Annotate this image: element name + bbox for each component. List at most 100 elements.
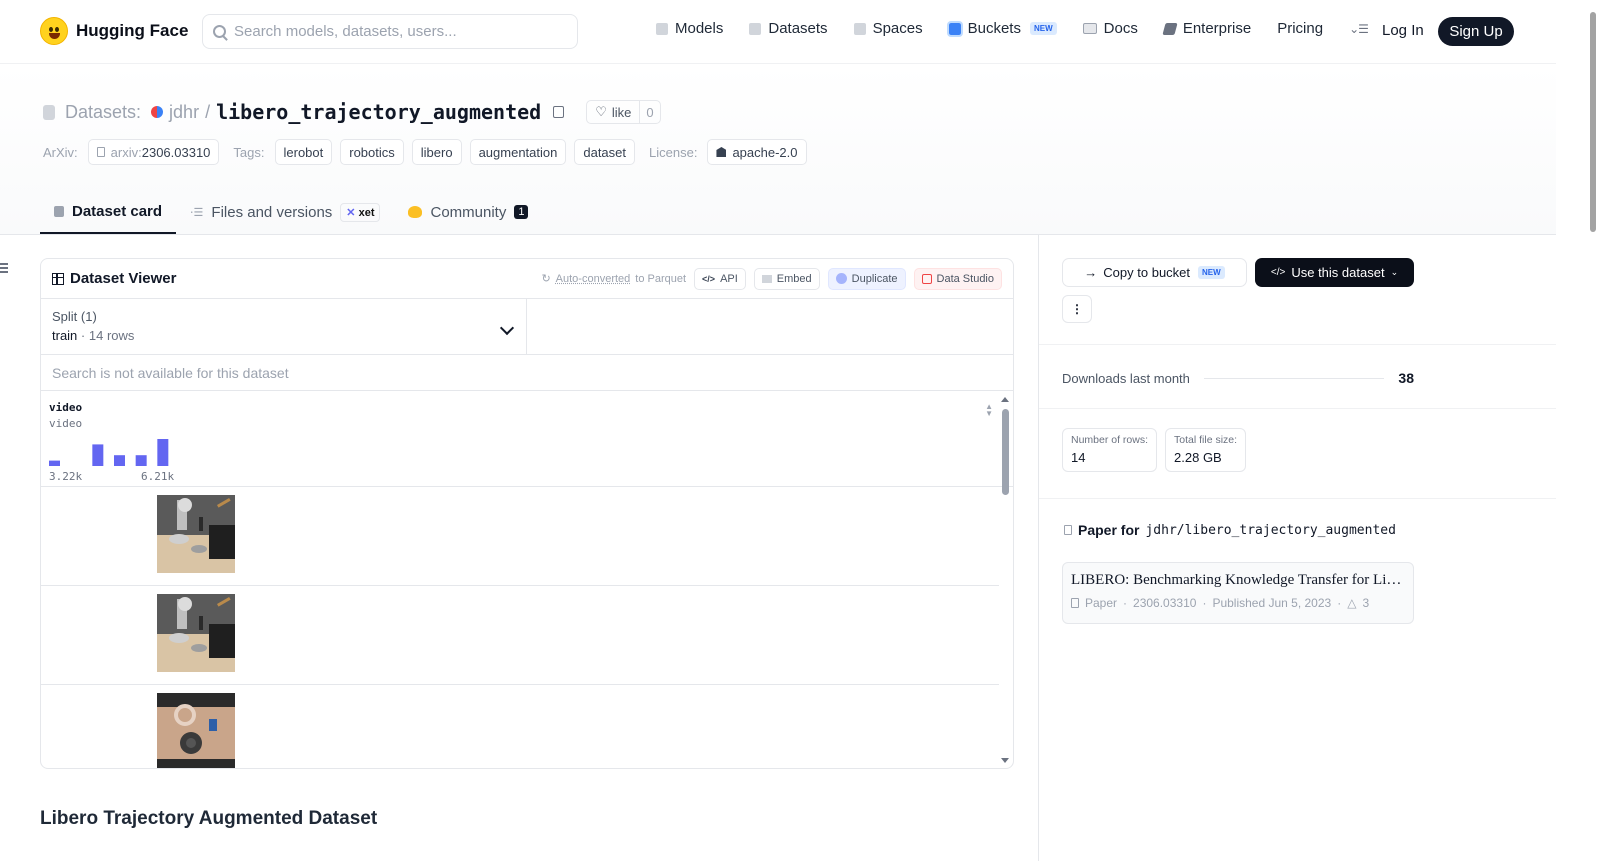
rows-stat: Number of rows: 14	[1062, 428, 1158, 472]
auto-converted-suffix: to Parquet	[635, 272, 687, 285]
signup-button[interactable]: Sign Up	[1438, 17, 1514, 46]
viewer-title: Dataset Viewer	[52, 270, 176, 287]
scroll-up-icon[interactable]	[1001, 397, 1009, 402]
tag-dataset[interactable]: dataset	[574, 139, 636, 165]
paper-title: LIBERO: Benchmarking Knowledge Transfer …	[1071, 572, 1405, 588]
page-scrollbar[interactable]	[1588, 0, 1600, 861]
nav-buckets[interactable]: Buckets NEW	[946, 20, 1057, 37]
tag-libero[interactable]: libero	[411, 139, 462, 165]
files-icon: ⋅☰	[190, 206, 204, 219]
nav-spaces[interactable]: Spaces	[853, 20, 923, 37]
dataset-viewer: Dataset Viewer ↻ Auto-converted to Parquet…	[40, 258, 1014, 769]
embed-button[interactable]: Embed	[753, 267, 820, 290]
histogram-min-label: 3.22k	[49, 470, 83, 483]
heart-icon: ♡	[595, 104, 607, 119]
api-button[interactable]: </> API	[694, 267, 746, 290]
repo-owner[interactable]: jdhr	[169, 102, 199, 123]
code-icon: </>	[1270, 267, 1286, 278]
split-value: train · 14 rows	[52, 328, 135, 343]
refresh-icon: ↻	[541, 273, 551, 285]
duplicate-icon	[835, 273, 847, 284]
histogram-bar[interactable]	[157, 439, 169, 466]
video-thumbnail[interactable]	[157, 693, 235, 768]
tag-lerobot[interactable]: lerobot	[274, 139, 333, 165]
database-icon	[43, 104, 55, 120]
paper-card[interactable]: LIBERO: Benchmarking Knowledge Transfer …	[1062, 562, 1414, 624]
paper-kind: Paper	[1085, 596, 1118, 610]
divider	[1039, 344, 1556, 345]
scroll-down-icon[interactable]	[1001, 758, 1009, 763]
paper-upvotes: 3	[1362, 596, 1370, 610]
histogram-bar[interactable]	[135, 455, 147, 466]
nav-models[interactable]: Models	[656, 20, 723, 37]
divider	[1039, 408, 1556, 409]
nav-more-menu[interactable]: ⌄☰	[1349, 22, 1369, 36]
robot-scene-image	[157, 594, 235, 672]
xet-badge: ✕ xet	[340, 202, 381, 222]
paper-repo: jdhr/libero_trajectory_augmented	[1145, 522, 1396, 538]
split-select[interactable]: Split (1) train · 14 rows	[41, 299, 527, 354]
login-link[interactable]: Log In	[1382, 22, 1424, 39]
tab-files-and-versions[interactable]: ⋅☰ Files and versions ✕ xet	[176, 190, 394, 234]
duplicate-button[interactable]: Duplicate	[827, 267, 906, 290]
scrollbar-thumb[interactable]	[1002, 409, 1009, 495]
page-scrollbar-thumb[interactable]	[1590, 12, 1596, 232]
embed-icon	[761, 274, 772, 283]
rows-container	[41, 487, 1013, 768]
nav-docs[interactable]: Docs	[1082, 20, 1138, 37]
hugging-face-logo-icon	[40, 17, 68, 45]
tag-robotics[interactable]: robotics	[340, 139, 404, 165]
tag-augmentation[interactable]: augmentation	[469, 139, 567, 165]
tab-files-label: Files and versions	[211, 203, 333, 221]
code-icon: </>	[702, 273, 716, 284]
split-row: Split (1) train · 14 rows	[41, 299, 1013, 355]
more-options-button[interactable]: ⋮	[1062, 295, 1092, 323]
video-thumbnail[interactable]	[157, 495, 235, 573]
nav-datasets[interactable]: Datasets	[749, 20, 828, 37]
api-label: API	[720, 272, 738, 285]
column-histogram	[49, 439, 169, 466]
search-input[interactable]: Search models, datasets, users...	[202, 14, 578, 49]
robot-scene-image	[157, 693, 235, 768]
tab-community[interactable]: Community 1	[394, 190, 542, 234]
nav-enterprise[interactable]: Enterprise	[1162, 20, 1252, 37]
grid-icon	[853, 22, 866, 35]
use-this-dataset-button[interactable]: </> Use this dataset ⌄	[1255, 258, 1414, 287]
data-studio-button[interactable]: Data Studio	[913, 267, 1002, 290]
nav-buckets-label: Buckets	[967, 20, 1021, 37]
file-icon	[96, 147, 105, 157]
table-row[interactable]	[41, 487, 999, 586]
book-icon	[1082, 23, 1097, 34]
repo-kind: Datasets:	[65, 101, 142, 122]
nav-enterprise-label: Enterprise	[1182, 20, 1252, 37]
toc-toggle-icon[interactable]	[0, 263, 8, 273]
copy-to-bucket-button[interactable]: → Copy to bucket NEW	[1062, 258, 1247, 287]
repo-name[interactable]: libero_trajectory_augmented	[216, 100, 541, 124]
license-tag[interactable]: apache-2.0	[707, 139, 807, 165]
size-label: Total file size:	[1174, 434, 1238, 446]
brand-logo[interactable]: Hugging Face	[40, 17, 188, 45]
arxiv-id: 2306.03310	[141, 144, 211, 160]
video-thumbnail[interactable]	[157, 594, 235, 672]
histogram-bar[interactable]	[114, 455, 125, 466]
database-icon	[749, 22, 762, 35]
viewer-header: Dataset Viewer ↻ Auto-converted to Parquet…	[41, 259, 1013, 299]
arxiv-tag[interactable]: arxiv:2306.03310	[87, 139, 220, 165]
table-row[interactable]	[41, 586, 999, 685]
histogram-bar[interactable]	[92, 444, 104, 466]
table-row[interactable]	[41, 685, 999, 768]
auto-converted-link[interactable]: ↻ Auto-converted to Parquet	[541, 272, 687, 286]
nav-spaces-label: Spaces	[872, 20, 923, 37]
nav-pricing[interactable]: Pricing	[1277, 20, 1323, 37]
copy-icon[interactable]	[553, 106, 565, 118]
column-type: video	[49, 417, 83, 430]
sort-icon[interactable]: ▲ ▼	[985, 403, 993, 418]
main-nav: Models Datasets Spaces Buckets NEW Docs E…	[656, 20, 1369, 37]
rows-label: Number of rows:	[1071, 434, 1149, 446]
histogram-bar[interactable]	[49, 460, 60, 466]
path-separator: /	[205, 101, 211, 122]
downloads-label: Downloads last month	[1062, 370, 1190, 386]
like-button[interactable]: ♡ like 0	[586, 100, 661, 124]
viewer-scrollbar[interactable]	[999, 397, 1011, 768]
tab-dataset-card[interactable]: Dataset card	[40, 190, 177, 234]
